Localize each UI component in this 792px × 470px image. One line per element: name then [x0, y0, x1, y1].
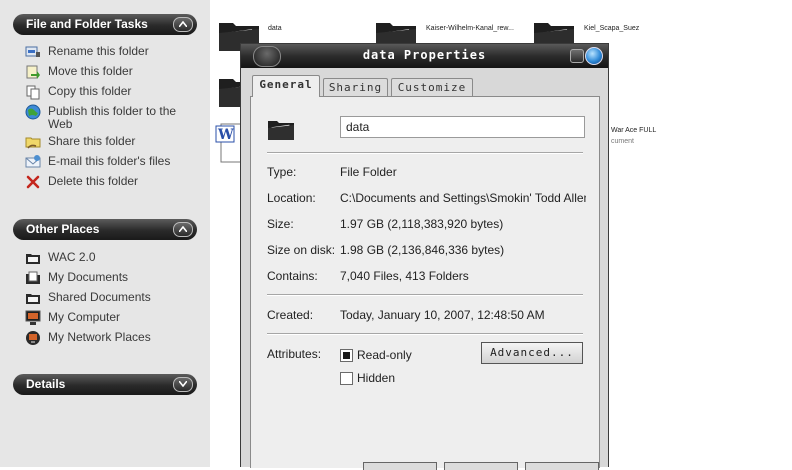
expand-details-button[interactable]	[173, 377, 193, 392]
rename-folder-link[interactable]: Rename this folder	[25, 43, 200, 61]
file-folder-tasks-header[interactable]: File and Folder Tasks	[13, 14, 197, 35]
folder-name-input[interactable]	[340, 116, 585, 138]
other-places-title: Other Places	[26, 222, 100, 236]
size-on-disk-label: Size on disk:	[267, 243, 336, 257]
size-on-disk-value: 1.98 GB (2,136,846,336 bytes)	[340, 243, 505, 257]
delete-folder-link[interactable]: Delete this folder	[25, 173, 200, 191]
chevron-down-icon	[179, 381, 187, 387]
globe-icon	[25, 104, 41, 120]
share-icon	[25, 137, 41, 149]
folder-icon	[268, 121, 294, 140]
folder-icon	[26, 294, 40, 304]
divider	[267, 333, 583, 335]
share-folder-link[interactable]: Share this folder	[25, 133, 200, 151]
my-documents-icon	[26, 271, 40, 284]
place-shared-documents-link[interactable]: Shared Documents	[25, 289, 200, 307]
created-label: Created:	[267, 308, 314, 322]
other-places-list: WAC 2.0 My Documents Shared Documents My…	[13, 241, 197, 353]
folder-icon	[26, 254, 40, 264]
dialog-titlebar[interactable]: data Properties	[241, 44, 608, 68]
file-label-kiel: Kiel_Scapa_Suez	[584, 25, 640, 32]
readonly-label[interactable]: Read-only	[357, 348, 412, 362]
advanced-button[interactable]: Advanced...	[481, 342, 583, 364]
place-wac-link[interactable]: WAC 2.0	[25, 249, 200, 267]
hidden-label[interactable]: Hidden	[357, 371, 395, 385]
type-label: Type:	[267, 165, 297, 179]
location-label: Location:	[267, 191, 316, 205]
other-places-header[interactable]: Other Places	[13, 219, 197, 240]
type-value: File Folder	[340, 165, 397, 179]
chevron-up-icon	[179, 226, 187, 232]
place-my-computer-link[interactable]: My Computer	[25, 309, 200, 327]
hidden-checkbox[interactable]	[340, 372, 353, 385]
file-label-kaiser: Kaiser-Wilhelm-Kanal_rew...	[426, 25, 514, 32]
email-files-link[interactable]: E-mail this folder's files	[25, 153, 200, 171]
file-label-data: data	[268, 25, 282, 32]
divider	[267, 294, 583, 296]
divider	[267, 152, 583, 154]
collapse-other-places-button[interactable]	[173, 222, 193, 237]
size-label: Size:	[267, 217, 294, 231]
size-value: 1.97 GB (2,118,383,920 bytes)	[340, 217, 504, 231]
delete-icon	[26, 175, 40, 189]
cancel-button[interactable]	[444, 462, 518, 470]
move-icon	[26, 65, 40, 79]
svg-text:W: W	[217, 127, 234, 143]
collapse-file-tasks-button[interactable]	[173, 17, 193, 32]
file-folder-tasks-list: Rename this folder Move this folder Copy…	[13, 35, 197, 199]
move-folder-link[interactable]: Move this folder	[25, 63, 200, 81]
file-label-war-ace: War Ace FULL	[611, 127, 657, 134]
file-folder-tasks-title: File and Folder Tasks	[26, 17, 148, 31]
ok-button[interactable]	[363, 462, 437, 470]
location-value: C:\Documents and Settings\Smokin' Todd A…	[340, 191, 586, 205]
dialog-title: data Properties	[362, 48, 487, 62]
apply-button[interactable]	[525, 462, 599, 470]
computer-icon	[25, 310, 41, 325]
contains-value: 7,040 Files, 413 Folders	[340, 269, 469, 283]
file-label-document-type: cument	[611, 138, 634, 145]
details-header[interactable]: Details	[13, 374, 197, 395]
tab-sharing[interactable]: Sharing	[323, 78, 388, 97]
publish-folder-link[interactable]: Publish this folder to the Web	[25, 103, 200, 133]
general-tab-panel: Type: File Folder Location: C:\Documents…	[250, 96, 600, 468]
chevron-up-icon	[179, 21, 187, 27]
close-button[interactable]	[585, 47, 603, 65]
readonly-checkbox[interactable]	[340, 349, 353, 362]
created-value: Today, January 10, 2007, 12:48:50 AM	[340, 308, 545, 322]
tab-customize[interactable]: Customize	[391, 78, 473, 97]
copy-folder-link[interactable]: Copy this folder	[25, 83, 200, 101]
tab-general[interactable]: General	[252, 75, 320, 97]
rename-icon	[25, 46, 40, 57]
details-title: Details	[26, 377, 66, 391]
contains-label: Contains:	[267, 269, 318, 283]
properties-dialog: data Properties General Sharing Customiz…	[240, 43, 609, 470]
help-button[interactable]	[570, 49, 584, 63]
place-network-link[interactable]: My Network Places	[25, 329, 200, 347]
copy-icon	[26, 85, 40, 100]
network-icon	[26, 331, 40, 345]
place-my-documents-link[interactable]: My Documents	[25, 269, 200, 287]
task-pane: File and Folder Tasks Rename this folder…	[0, 0, 210, 467]
email-icon	[25, 155, 41, 168]
attributes-label: Attributes:	[267, 347, 322, 361]
